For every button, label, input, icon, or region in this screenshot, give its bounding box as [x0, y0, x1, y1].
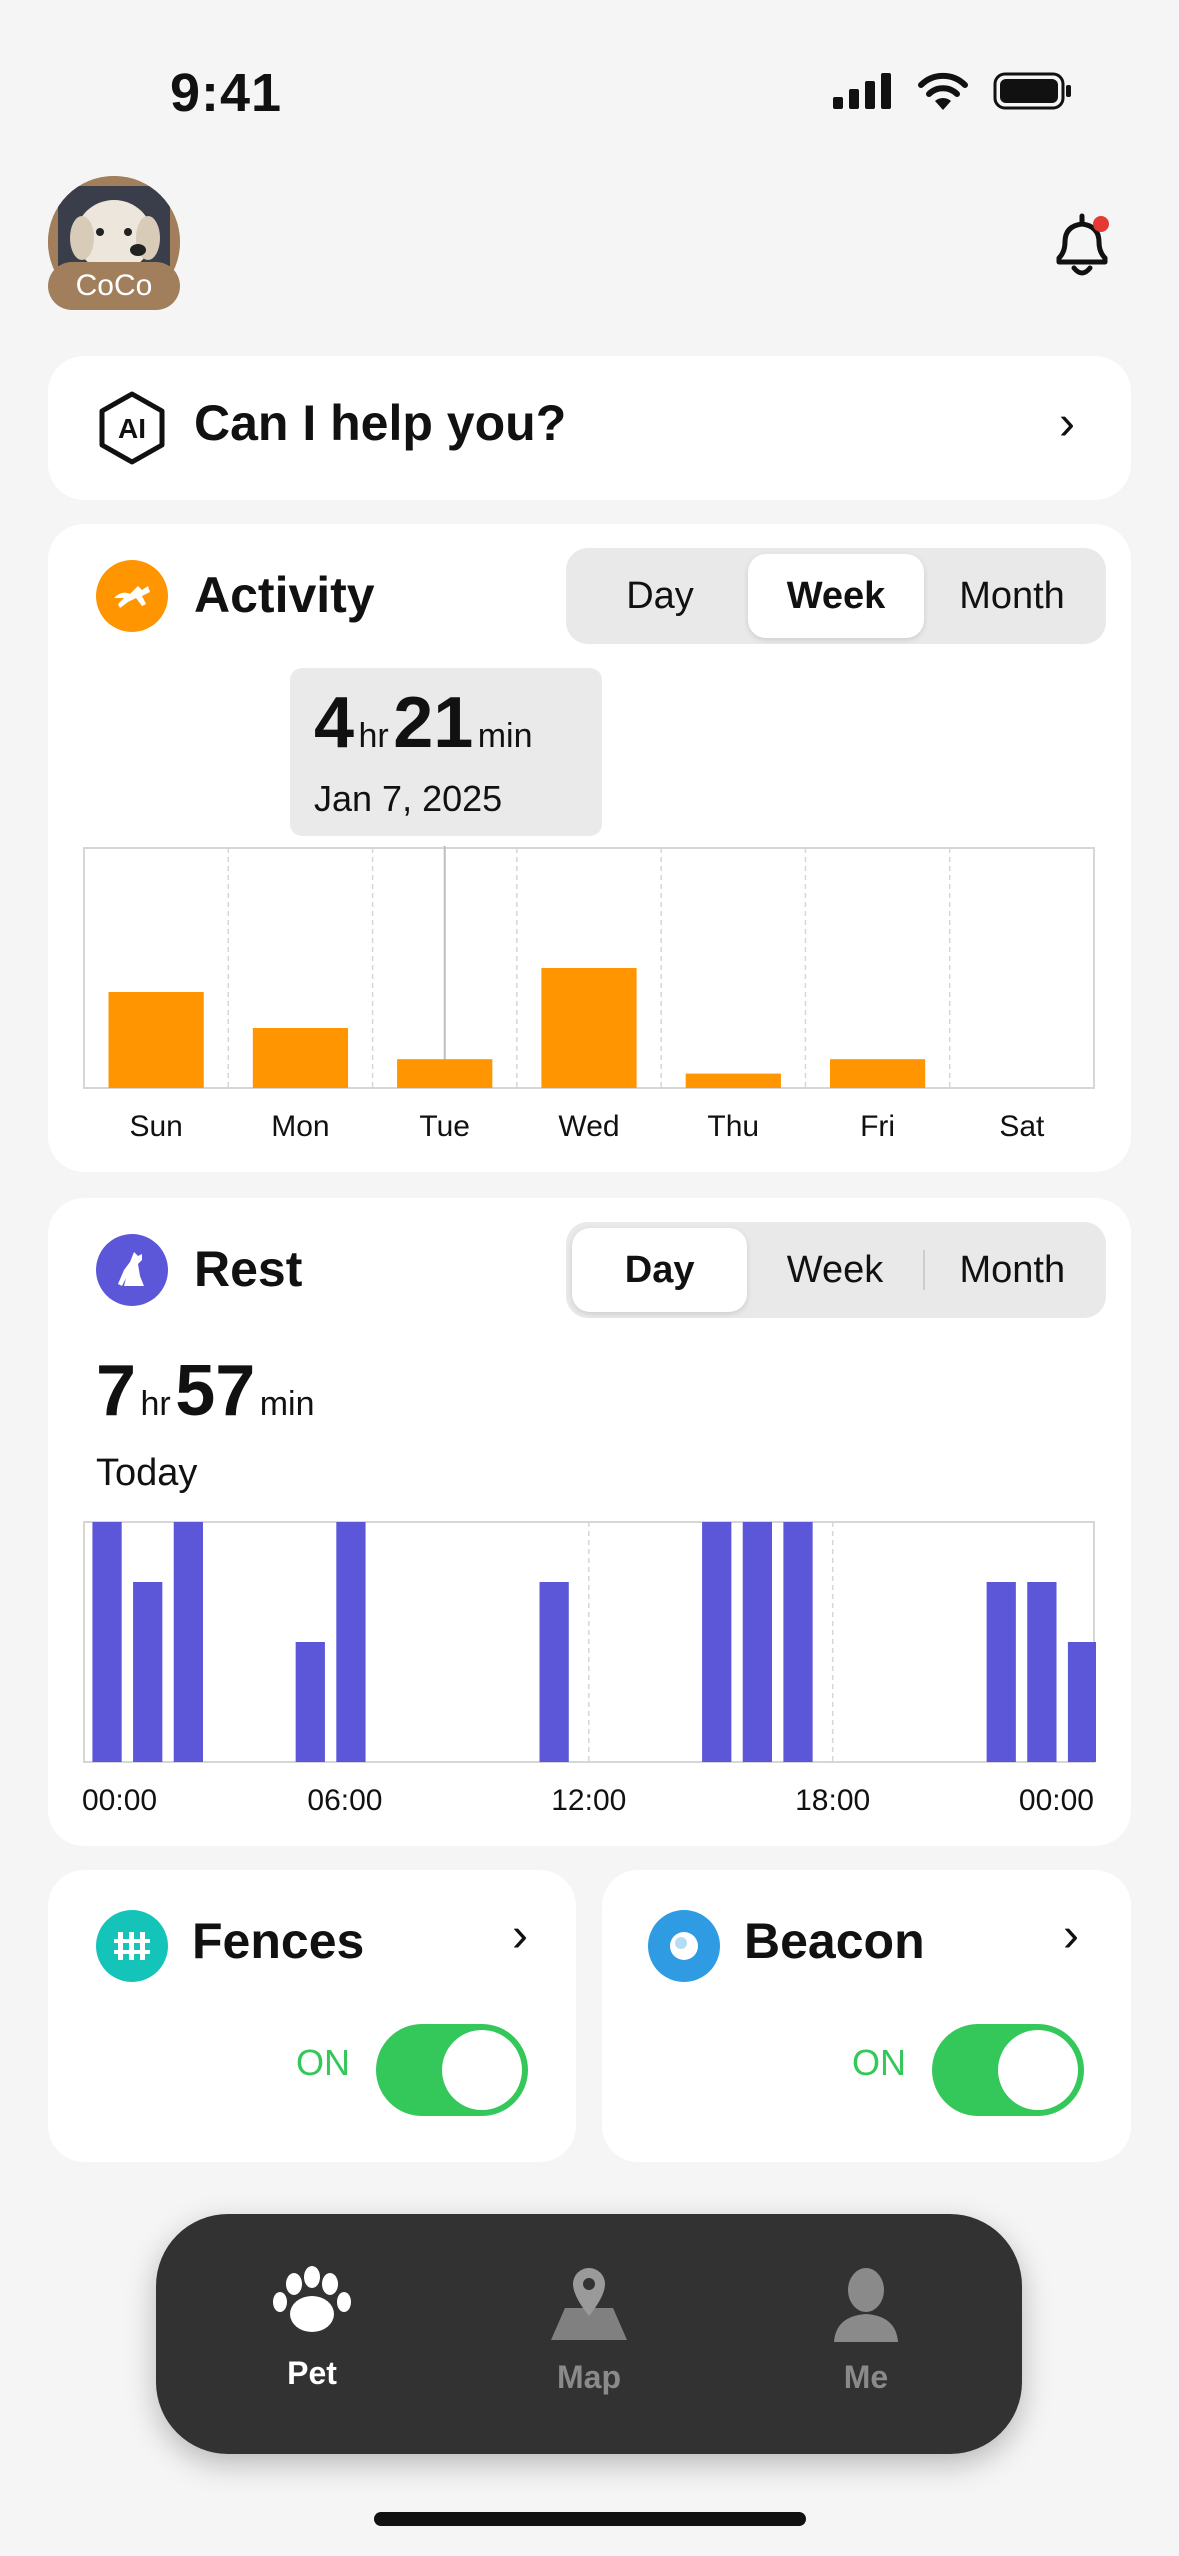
x-tick-label: 00:00 — [1019, 1784, 1094, 1817]
map-icon — [551, 2268, 627, 2340]
ai-hexagon-icon: AI — [94, 390, 170, 466]
rest-chart: 00:00 06:00 12:00 18:00 00:00 — [82, 1521, 1096, 1817]
fences-state: ON — [296, 2042, 350, 2083]
rest-bar — [133, 1582, 163, 1762]
svg-text:AI: AI — [118, 413, 146, 444]
fences-title: Fences — [192, 1913, 365, 1969]
activity-date: Jan 7, 2025 — [314, 778, 503, 819]
x-tick-label: Tue — [419, 1110, 470, 1143]
activity-bar-mon — [252, 1028, 349, 1088]
activity-chart: Sun Mon Tue Wed Thu Fri Sat — [83, 846, 1095, 1143]
chevron-right-icon: › — [512, 1909, 528, 1962]
tab-pet[interactable]: Pet — [212, 2264, 412, 2392]
activity-bar-wed — [541, 968, 637, 1088]
rest-bar — [1027, 1582, 1057, 1762]
rest-duration: 7 hr 57 min — [96, 1351, 315, 1431]
activity-tab-week[interactable]: Week — [748, 554, 924, 638]
x-tick-label: 00:00 — [82, 1784, 157, 1817]
x-tick-label: 12:00 — [551, 1784, 626, 1817]
activity-bar-thu — [685, 1073, 781, 1088]
signal-icon — [833, 73, 891, 109]
rest-bar — [986, 1582, 1016, 1762]
assistant-card[interactable]: AI Can I help you? › — [48, 356, 1131, 500]
pet-name: CoCo — [48, 262, 180, 310]
rest-period-label: Today — [96, 1452, 198, 1494]
status-time: 9:41 — [170, 63, 283, 123]
status-icons — [833, 72, 1073, 110]
notification-button[interactable] — [1045, 208, 1119, 282]
rest-tab-day[interactable]: Day — [572, 1228, 748, 1312]
running-dog-icon — [96, 560, 168, 632]
beacon-toggle[interactable] — [932, 2024, 1084, 2116]
fences-toggle[interactable] — [376, 2024, 528, 2116]
x-tick-label: Wed — [558, 1110, 619, 1143]
rest-bar — [295, 1642, 325, 1762]
paw-icon — [273, 2266, 351, 2332]
activity-title: Activity — [194, 567, 375, 623]
notification-dot — [1093, 216, 1109, 232]
tab-map[interactable]: Map — [489, 2264, 689, 2396]
x-tick-label: Thu — [707, 1110, 759, 1143]
rest-tab-month[interactable]: Month — [925, 1228, 1100, 1312]
beacon-card[interactable]: Beacon › ON — [602, 1870, 1131, 2162]
x-tick-label: Mon — [271, 1110, 329, 1143]
bell-icon — [1056, 213, 1109, 276]
activity-bar-fri — [829, 1059, 926, 1088]
x-tick-label: 06:00 — [307, 1784, 382, 1817]
rest-bar — [742, 1522, 773, 1762]
fence-icon — [96, 1910, 168, 1982]
tab-bar: Pet Map Me — [156, 2214, 1022, 2454]
rest-title: Rest — [194, 1241, 303, 1297]
rest-bar — [1067, 1642, 1096, 1762]
assistant-label: Can I help you? — [194, 395, 567, 451]
activity-bar-sun — [108, 992, 204, 1088]
activity-period-segmented: Day Week Month — [566, 548, 1106, 644]
x-tick-label: Fri — [860, 1110, 895, 1143]
rest-bar — [783, 1522, 813, 1762]
person-icon — [834, 2268, 898, 2342]
activity-tab-month[interactable]: Month — [924, 554, 1100, 638]
home-indicator — [374, 2512, 806, 2526]
rest-period-segmented: Day Week Month — [566, 1222, 1106, 1318]
x-tick-label: 18:00 — [795, 1784, 870, 1817]
activity-tab-day[interactable]: Day — [572, 554, 748, 638]
wifi-icon — [918, 72, 968, 110]
activity-bar-tue — [397, 1059, 493, 1088]
battery-icon — [993, 72, 1071, 110]
activity-card: Activity Day Week Month 4 hr 21 min Jan … — [48, 524, 1131, 1172]
rest-bar — [702, 1522, 732, 1762]
beacon-state: ON — [852, 2042, 906, 2083]
rest-bar — [539, 1582, 569, 1762]
x-tick-label: Sat — [999, 1110, 1045, 1143]
rest-bar — [173, 1522, 203, 1762]
beacon-title: Beacon — [744, 1913, 925, 1969]
rest-bar — [336, 1522, 366, 1762]
rest-card: Rest Day Week Month 7 hr 57 min Today 00… — [48, 1198, 1131, 1846]
rest-tab-week[interactable]: Week — [747, 1249, 925, 1291]
activity-duration: 4 hr 21 min — [314, 683, 533, 763]
activity-tooltip: 4 hr 21 min Jan 7, 2025 — [290, 668, 602, 836]
x-tick-label: Sun — [129, 1110, 182, 1143]
beacon-icon — [648, 1910, 720, 1982]
chevron-right-icon: › — [1059, 397, 1075, 450]
rest-bar — [92, 1522, 122, 1762]
fences-card[interactable]: Fences › ON — [48, 1870, 576, 2162]
tab-me[interactable]: Me — [766, 2264, 966, 2396]
sitting-dog-icon — [96, 1234, 168, 1306]
chevron-right-icon: › — [1063, 1909, 1079, 1962]
